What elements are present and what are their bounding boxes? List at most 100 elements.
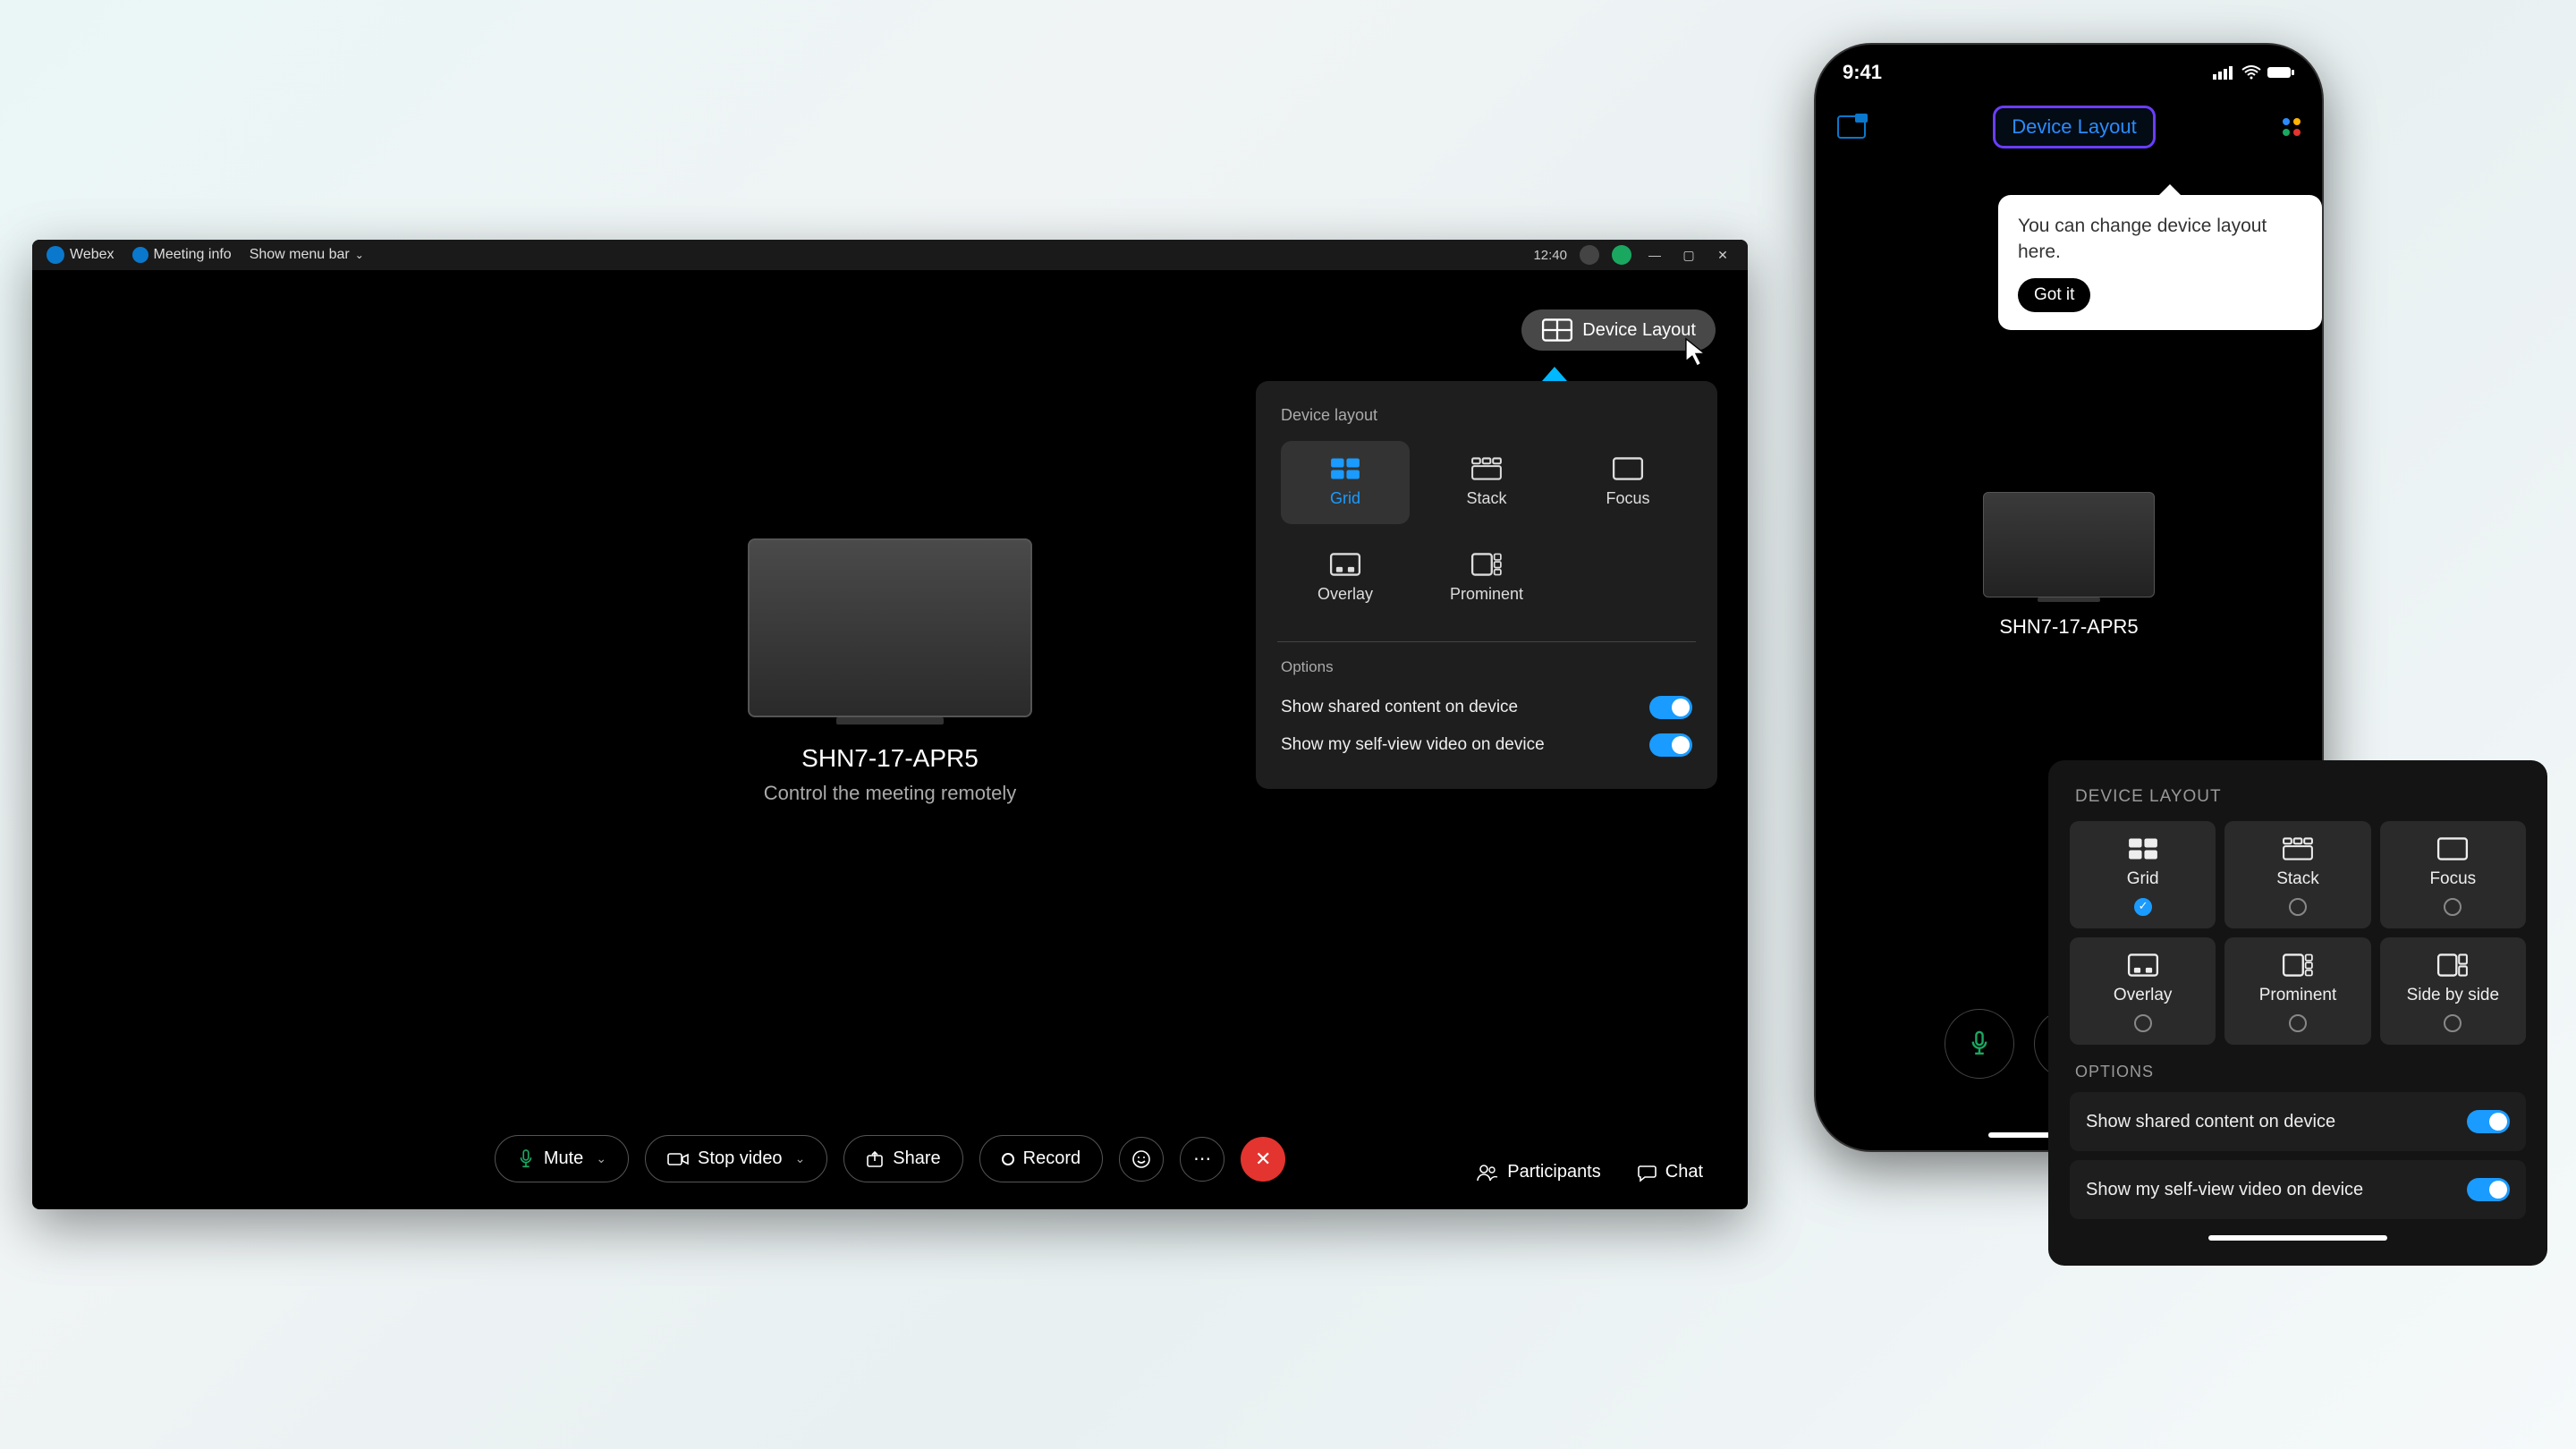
record-button[interactable]: Record: [979, 1135, 1103, 1182]
camera-icon: [667, 1151, 689, 1167]
layout-option-sidebyside[interactable]: Side by side: [2380, 937, 2526, 1045]
network-quality-icon[interactable]: [1612, 245, 1631, 265]
coach-tooltip: You can change device layout here. Got i…: [1998, 195, 2322, 330]
device-thumbnail-icon: [748, 538, 1032, 717]
end-call-button[interactable]: ✕: [1241, 1137, 1285, 1182]
device-name: SHN7-17-APR5: [748, 744, 1032, 773]
option-shared-content-label: Show shared content on device: [2086, 1112, 2335, 1132]
minimize-button[interactable]: —: [1644, 244, 1665, 266]
layout-label: Grid: [1330, 489, 1360, 508]
notch: [1979, 45, 2158, 77]
cursor-icon: [1683, 336, 1708, 369]
overlay-icon: [1329, 553, 1361, 576]
connected-device-mobile: SHN7-17-APR5: [1983, 492, 2155, 639]
layout-label: Focus: [2429, 869, 2476, 889]
radio: [2289, 1014, 2307, 1032]
more-button[interactable]: ⋯: [1180, 1137, 1224, 1182]
options-section-title: Options: [1281, 658, 1692, 676]
stop-video-button[interactable]: Stop video ⌄: [645, 1135, 827, 1182]
layout-option-grid[interactable]: Grid: [1281, 441, 1410, 524]
radio-selected: [2134, 898, 2152, 916]
device-thumbnail-icon: [1983, 492, 2155, 597]
chat-icon: [1637, 1163, 1657, 1182]
option-self-view-label: Show my self-view video on device: [1281, 735, 1545, 755]
show-menu-label: Show menu bar: [250, 247, 350, 263]
radio: [2444, 1014, 2462, 1032]
layout-label: Overlay: [1318, 585, 1373, 604]
toggle-self-view[interactable]: [1649, 733, 1692, 757]
close-button[interactable]: ✕: [1712, 244, 1733, 266]
layout-option-prominent[interactable]: Prominent: [2224, 937, 2370, 1045]
wifi-icon: [2241, 65, 2261, 80]
record-label: Record: [1023, 1148, 1080, 1169]
chevron-down-icon[interactable]: ⌄: [795, 1151, 806, 1166]
participants-label: Participants: [1507, 1162, 1601, 1182]
chat-label: Chat: [1665, 1162, 1703, 1182]
prominent-icon: [2282, 953, 2314, 977]
grid-icon: [1329, 457, 1361, 480]
option-shared-content-label: Show shared content on device: [1281, 698, 1518, 717]
participants-button[interactable]: Participants: [1477, 1162, 1601, 1182]
radio: [2289, 898, 2307, 916]
focus-icon: [2436, 837, 2469, 860]
clock: 12:40: [1533, 248, 1567, 263]
encryption-icon[interactable]: [1580, 245, 1599, 265]
maximize-button[interactable]: ▢: [1678, 244, 1699, 266]
layout-option-stack[interactable]: Stack: [1422, 441, 1551, 524]
radio: [2444, 898, 2462, 916]
device-name: SHN7-17-APR5: [1983, 615, 2155, 639]
layout-label: Prominent: [1450, 585, 1523, 604]
popover-title: Device layout: [1281, 406, 1692, 425]
titlebar: Webex Meeting info Show menu bar ⌄ 12:40…: [32, 240, 1748, 270]
home-indicator: [2208, 1235, 2387, 1241]
layout-option-focus[interactable]: Focus: [2380, 821, 2526, 928]
stack-icon: [1470, 457, 1503, 480]
stack-icon: [2282, 837, 2314, 860]
show-menu-bar-button[interactable]: Show menu bar ⌄: [250, 247, 364, 263]
device-subtitle: Control the meeting remotely: [748, 782, 1032, 805]
toggle-shared-content[interactable]: [1649, 696, 1692, 719]
layout-option-grid[interactable]: Grid: [2070, 821, 2216, 928]
app-brand[interactable]: Webex: [47, 246, 114, 264]
prominent-icon: [1470, 553, 1503, 576]
share-button[interactable]: Share: [843, 1135, 962, 1182]
connected-device: SHN7-17-APR5 Control the meeting remotel…: [748, 538, 1032, 805]
layout-option-overlay[interactable]: Overlay: [1281, 537, 1410, 620]
toggle-shared-content[interactable]: [2467, 1110, 2510, 1133]
chevron-down-icon: ⌄: [355, 249, 364, 261]
chevron-down-icon[interactable]: ⌄: [596, 1151, 606, 1166]
layout-label: Focus: [1606, 489, 1649, 508]
sidebyside-icon: [2436, 953, 2469, 977]
mute-label: Mute: [544, 1148, 583, 1169]
device-layout-label: Device Layout: [1582, 320, 1696, 341]
reactions-button[interactable]: [1119, 1137, 1164, 1182]
tooltip-text: You can change device layout here.: [2018, 213, 2302, 266]
layout-option-stack[interactable]: Stack: [2224, 821, 2370, 928]
signal-icon: [2213, 65, 2236, 80]
mute-button[interactable]: Mute ⌄: [495, 1135, 629, 1182]
toggle-self-view[interactable]: [2467, 1178, 2510, 1201]
layout-icon: [1541, 318, 1573, 342]
stop-video-label: Stop video: [698, 1148, 783, 1169]
layout-label: Grid: [2127, 869, 2159, 889]
layout-label: Overlay: [2114, 986, 2172, 1005]
layout-option-prominent[interactable]: Prominent: [1422, 537, 1551, 620]
apps-icon[interactable]: [2283, 118, 2301, 136]
record-icon: [1002, 1153, 1014, 1165]
radio: [2134, 1014, 2152, 1032]
chat-button[interactable]: Chat: [1637, 1162, 1703, 1182]
tooltip-gotit-button[interactable]: Got it: [2018, 278, 2090, 312]
pip-icon[interactable]: [1837, 115, 1866, 139]
mute-button[interactable]: [1945, 1009, 2014, 1079]
app-name: Webex: [70, 247, 114, 263]
device-layout-popover: Device layout Grid Stack Focus Overlay: [1252, 377, 1721, 792]
layout-option-focus[interactable]: Focus: [1563, 441, 1692, 524]
share-icon: [866, 1150, 884, 1168]
mobile-layout-sheet: DEVICE LAYOUT Grid Stack Focus Overlay P…: [2048, 760, 2547, 1266]
layout-option-overlay[interactable]: Overlay: [2070, 937, 2216, 1045]
microphone-icon: [517, 1149, 535, 1169]
options-section-title: OPTIONS: [2075, 1063, 2521, 1081]
device-layout-button-mobile[interactable]: Device Layout: [1993, 106, 2155, 148]
meeting-info-button[interactable]: Meeting info: [132, 247, 232, 263]
layout-label: Stack: [2276, 869, 2319, 889]
